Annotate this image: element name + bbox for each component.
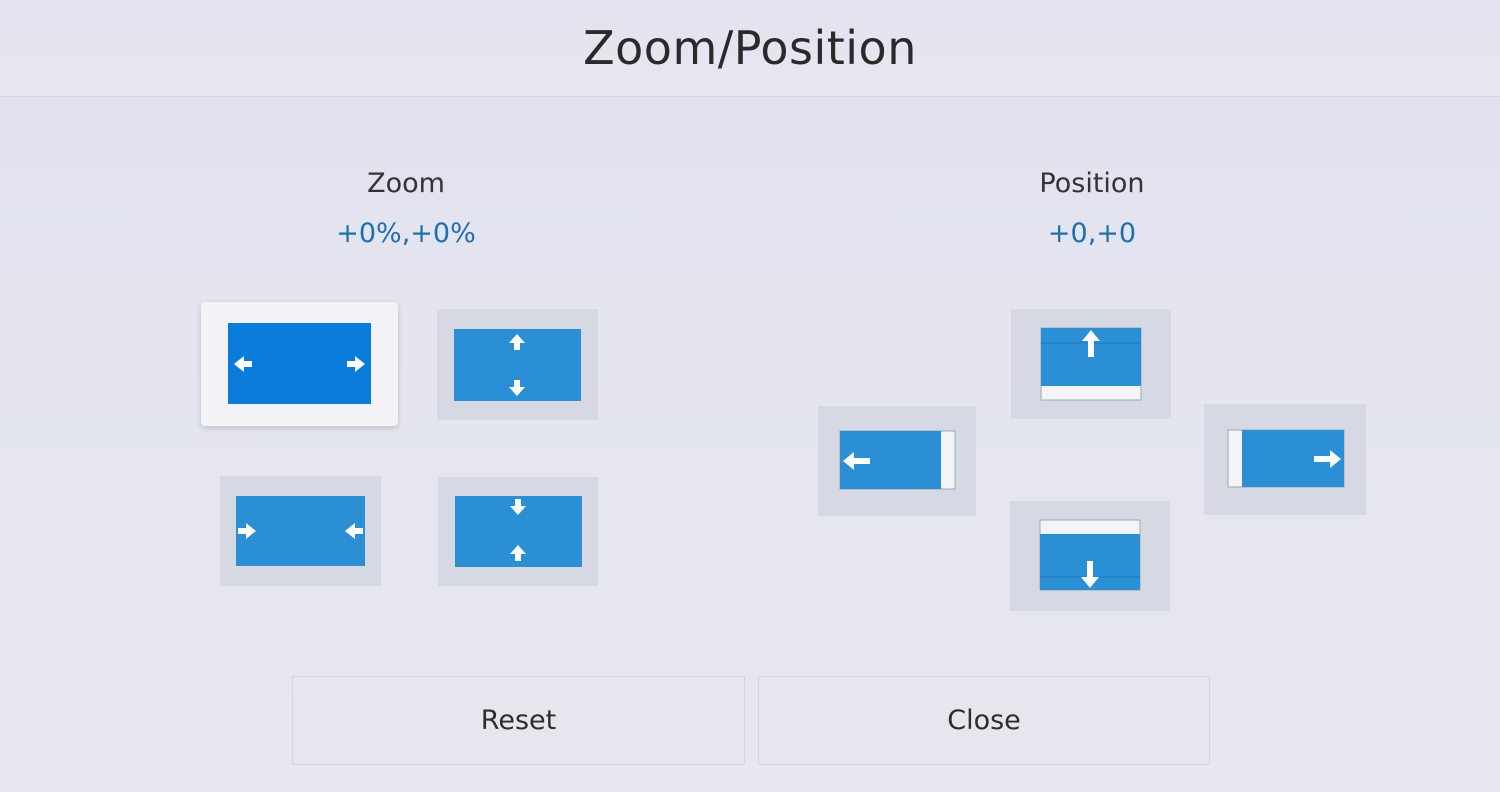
position-down-button[interactable] bbox=[1010, 501, 1170, 611]
zoom-label: Zoom bbox=[367, 168, 445, 199]
position-right-button[interactable] bbox=[1204, 404, 1366, 515]
arrows-in-horizontal-icon bbox=[236, 496, 365, 566]
arrows-in-vertical-icon bbox=[455, 496, 582, 567]
reset-button[interactable]: Reset bbox=[292, 676, 745, 765]
arrow-down-icon bbox=[1039, 519, 1141, 591]
zoom-horizontal-expand-button[interactable] bbox=[201, 302, 398, 426]
position-left-button[interactable] bbox=[818, 406, 976, 516]
zoom-horizontal-shrink-button[interactable] bbox=[220, 476, 381, 586]
arrow-right-icon bbox=[1227, 429, 1345, 488]
position-label: Position bbox=[1039, 168, 1145, 199]
position-up-button[interactable] bbox=[1011, 309, 1171, 419]
zoom-vertical-expand-button[interactable] bbox=[437, 309, 598, 420]
title-bar: Zoom/Position bbox=[0, 0, 1500, 97]
close-button[interactable]: Close bbox=[758, 676, 1210, 765]
arrows-out-horizontal-icon bbox=[228, 323, 371, 404]
zoom-value: +0%,+0% bbox=[336, 218, 476, 249]
position-value: +0,+0 bbox=[1047, 218, 1137, 249]
arrows-out-vertical-icon bbox=[454, 329, 581, 401]
arrow-left-icon bbox=[839, 430, 956, 490]
zoom-vertical-shrink-button[interactable] bbox=[438, 477, 598, 586]
arrow-up-icon bbox=[1040, 327, 1142, 401]
page-title: Zoom/Position bbox=[583, 21, 917, 75]
